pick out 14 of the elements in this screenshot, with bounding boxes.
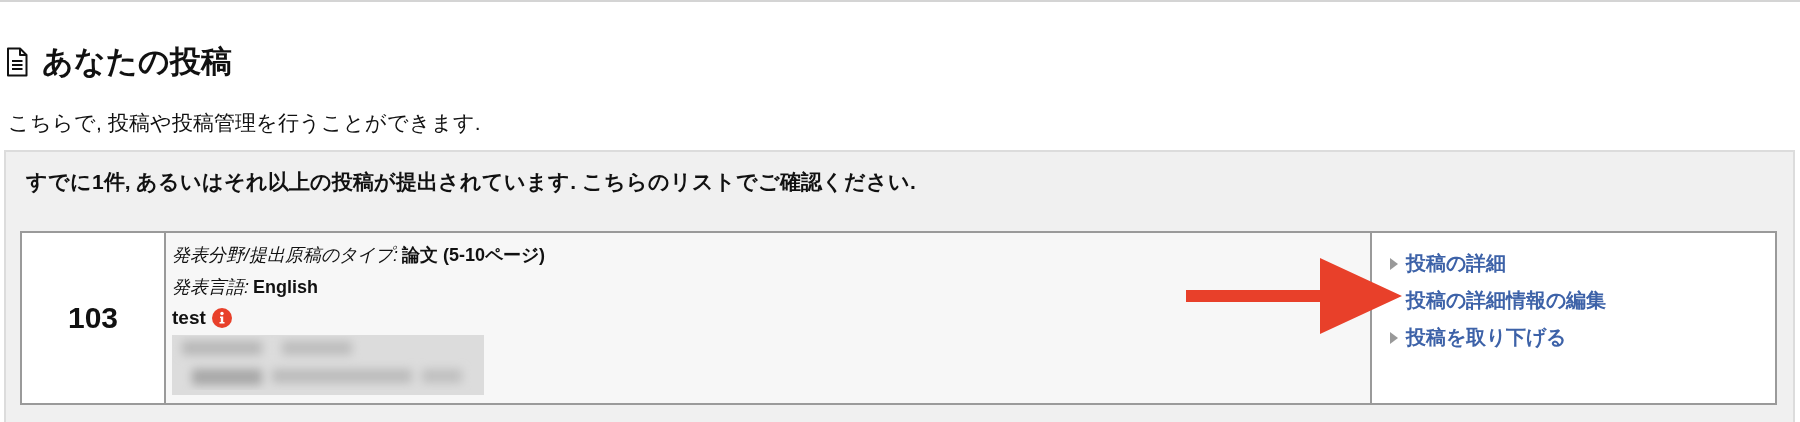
page-title: あなたの投稿: [42, 43, 232, 81]
action-link[interactable]: 投稿の詳細情報の編集: [1406, 287, 1606, 314]
field-label: 発表分野/提出原稿のタイプ:: [172, 245, 398, 265]
info-icon[interactable]: [211, 308, 232, 328]
page-description: こちらで, 投稿や投稿管理を行うことができます.: [8, 110, 482, 136]
notice-text: すでに1件, あるいはそれ以上の投稿が提出されています. こちらのリストでご確認ください.: [25, 169, 917, 196]
action-link[interactable]: 投稿の詳細: [1406, 250, 1506, 277]
field-value: 論文 (5-10ページ): [402, 245, 546, 265]
field-value: English: [253, 277, 319, 297]
document-icon: [6, 47, 28, 77]
action-link[interactable]: 投稿を取り下げる: [1406, 324, 1566, 351]
field-label: 発表言語:: [172, 277, 249, 297]
submission-title: test: [172, 307, 206, 329]
submission-number: 103: [21, 232, 165, 404]
